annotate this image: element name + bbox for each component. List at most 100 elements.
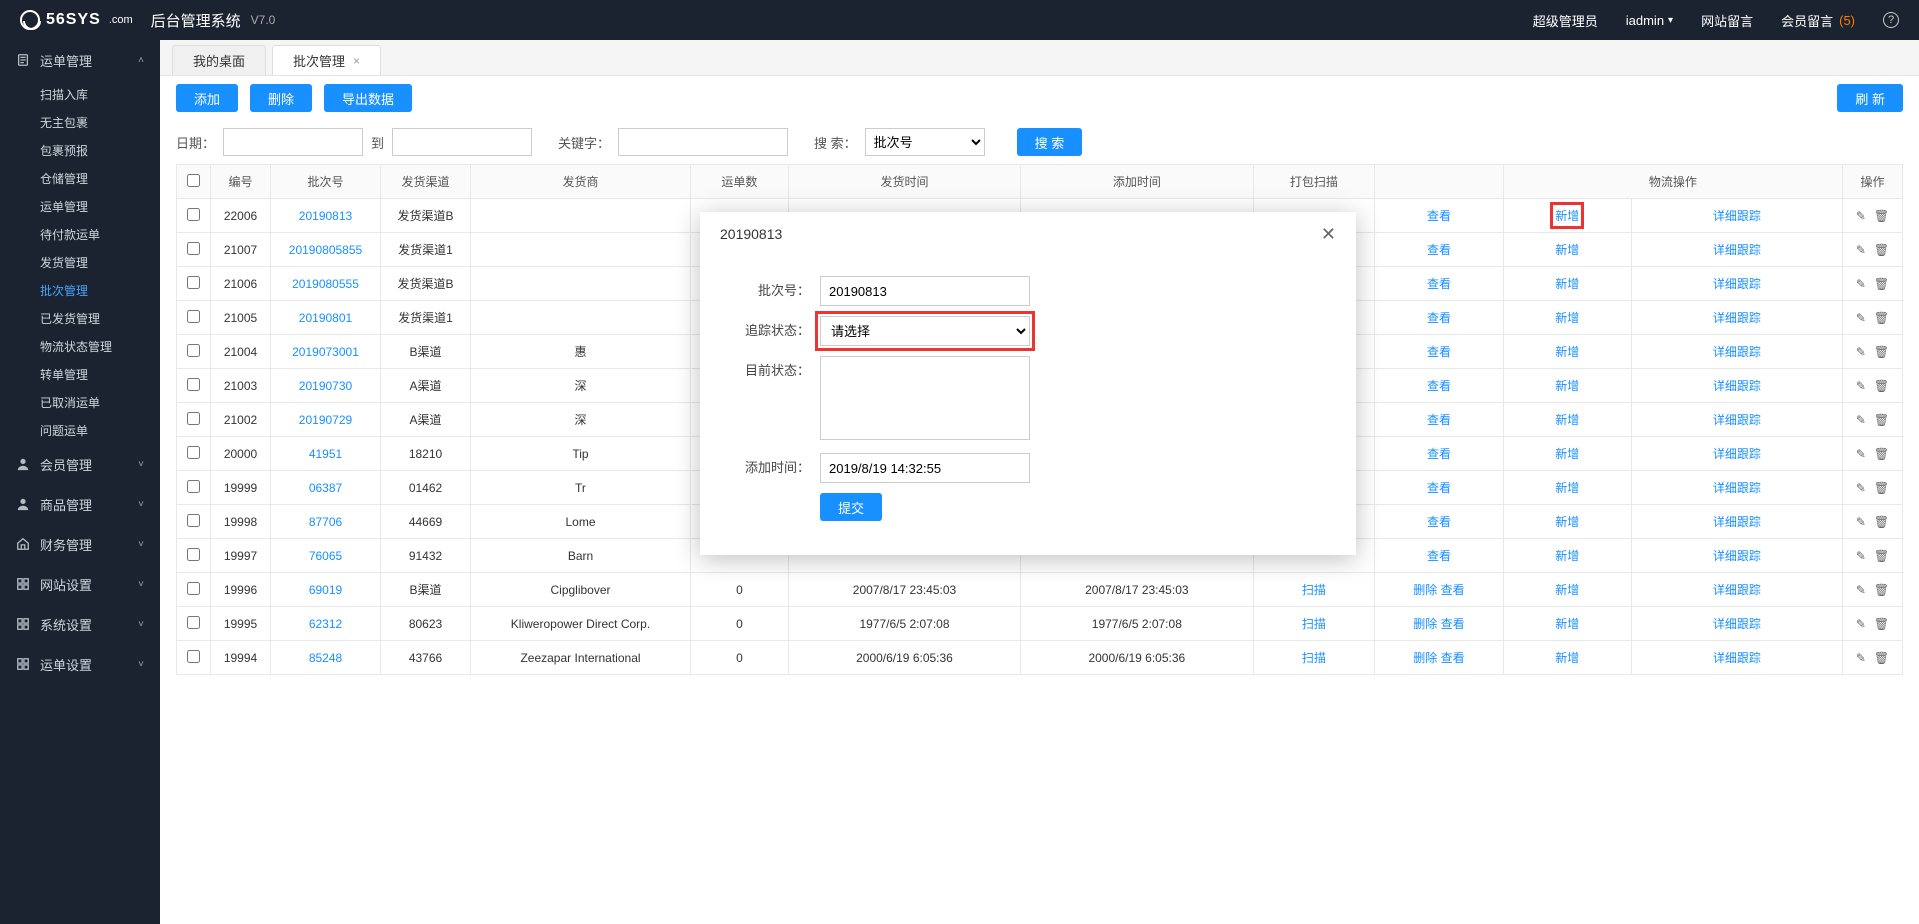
view-link[interactable]: 查看 — [1427, 481, 1451, 495]
detail-tracking-link[interactable]: 详细跟踪 — [1713, 515, 1761, 529]
add-tracking-link[interactable]: 新增 — [1555, 413, 1579, 427]
batch-link[interactable]: 20190730 — [299, 379, 352, 393]
date-to-input[interactable] — [392, 128, 532, 156]
add-tracking-link[interactable]: 新增 — [1555, 515, 1579, 529]
batch-link[interactable]: 85248 — [309, 651, 342, 665]
detail-tracking-link[interactable]: 详细跟踪 — [1713, 481, 1761, 495]
add-tracking-link[interactable]: 新增 — [1555, 583, 1579, 597]
delete-icon[interactable]: 🗑 — [1870, 583, 1893, 597]
member-message-link[interactable]: 会员留言 (5) — [1781, 11, 1855, 30]
delete-icon[interactable]: 🗑 — [1870, 379, 1893, 393]
tab-0[interactable]: 我的桌面 — [172, 45, 266, 75]
search-button[interactable]: 搜 索 — [1017, 128, 1083, 156]
batch-link[interactable]: 06387 — [309, 481, 342, 495]
sidebar-item-0-4[interactable]: 运单管理 — [0, 192, 160, 220]
detail-tracking-link[interactable]: 详细跟踪 — [1713, 447, 1761, 461]
view-link[interactable]: 查看 — [1427, 277, 1451, 291]
delete-icon[interactable]: 🗑 — [1870, 413, 1893, 427]
sidebar-item-0-0[interactable]: 扫描入库 — [0, 80, 160, 108]
scan-link[interactable]: 扫描 — [1302, 651, 1326, 665]
sidebar-item-0-9[interactable]: 物流状态管理 — [0, 332, 160, 360]
edit-icon[interactable]: ✎ — [1852, 617, 1870, 631]
detail-tracking-link[interactable]: 详细跟踪 — [1713, 379, 1761, 393]
view-link[interactable]: 查看 — [1427, 311, 1451, 325]
edit-icon[interactable]: ✎ — [1852, 583, 1870, 597]
detail-tracking-link[interactable]: 详细跟踪 — [1713, 345, 1761, 359]
detail-tracking-link[interactable]: 详细跟踪 — [1713, 583, 1761, 597]
sidebar-item-0-12[interactable]: 问题运单 — [0, 416, 160, 444]
edit-icon[interactable]: ✎ — [1852, 651, 1870, 665]
sidebar-group-3[interactable]: 财务管理˅ — [0, 524, 160, 564]
edit-icon[interactable]: ✎ — [1852, 209, 1870, 223]
sidebar-group-1[interactable]: 会员管理˅ — [0, 444, 160, 484]
batch-link[interactable]: 20190805855 — [289, 243, 362, 257]
scan-delete-link[interactable]: 删除 — [1413, 583, 1437, 597]
delete-icon[interactable]: 🗑 — [1870, 243, 1893, 257]
scan-link[interactable]: 扫描 — [1302, 617, 1326, 631]
current-status-textarea[interactable] — [820, 356, 1030, 440]
add-tracking-link[interactable]: 新增 — [1555, 549, 1579, 563]
view-link[interactable]: 查看 — [1427, 243, 1451, 257]
batch-link[interactable]: 76065 — [309, 549, 342, 563]
view-link[interactable]: 查看 — [1427, 209, 1451, 223]
add-tracking-link[interactable]: 新增 — [1555, 345, 1579, 359]
delete-icon[interactable]: 🗑 — [1870, 447, 1893, 461]
view-link[interactable]: 查看 — [1427, 549, 1451, 563]
add-tracking-link[interactable]: 新增 — [1555, 209, 1579, 223]
row-checkbox[interactable] — [187, 276, 200, 289]
select-all-checkbox[interactable] — [187, 174, 200, 187]
delete-icon[interactable]: 🗑 — [1870, 549, 1893, 563]
view-link[interactable]: 查看 — [1427, 515, 1451, 529]
detail-tracking-link[interactable]: 详细跟踪 — [1713, 549, 1761, 563]
edit-icon[interactable]: ✎ — [1852, 447, 1870, 461]
add-tracking-link[interactable]: 新增 — [1555, 481, 1579, 495]
dialog-close-button[interactable]: ✕ — [1321, 224, 1336, 245]
scan-delete-link[interactable]: 删除 — [1413, 617, 1437, 631]
sidebar-group-5[interactable]: 系统设置˅ — [0, 604, 160, 644]
add-tracking-link[interactable]: 新增 — [1555, 617, 1579, 631]
edit-icon[interactable]: ✎ — [1852, 243, 1870, 257]
row-checkbox[interactable] — [187, 344, 200, 357]
row-checkbox[interactable] — [187, 242, 200, 255]
add-tracking-link[interactable]: 新增 — [1555, 277, 1579, 291]
row-checkbox[interactable] — [187, 514, 200, 527]
row-checkbox[interactable] — [187, 208, 200, 221]
row-checkbox[interactable] — [187, 650, 200, 663]
scan-link[interactable]: 扫描 — [1302, 583, 1326, 597]
add-tracking-link[interactable]: 新增 — [1555, 447, 1579, 461]
sidebar-item-0-6[interactable]: 发货管理 — [0, 248, 160, 276]
tab-1[interactable]: 批次管理× — [272, 45, 381, 75]
batch-link[interactable]: 41951 — [309, 447, 342, 461]
sidebar-group-0[interactable]: 运单管理˄ — [0, 40, 160, 80]
detail-tracking-link[interactable]: 详细跟踪 — [1713, 413, 1761, 427]
sidebar-item-0-3[interactable]: 仓储管理 — [0, 164, 160, 192]
row-checkbox[interactable] — [187, 616, 200, 629]
delete-icon[interactable]: 🗑 — [1870, 209, 1893, 223]
sidebar-item-0-1[interactable]: 无主包裹 — [0, 108, 160, 136]
view-link[interactable]: 查看 — [1427, 413, 1451, 427]
add-tracking-link[interactable]: 新增 — [1555, 243, 1579, 257]
detail-tracking-link[interactable]: 详细跟踪 — [1713, 651, 1761, 665]
sidebar-item-0-8[interactable]: 已发货管理 — [0, 304, 160, 332]
view-link[interactable]: 查看 — [1427, 379, 1451, 393]
row-checkbox[interactable] — [187, 310, 200, 323]
sidebar-group-4[interactable]: 网站设置˅ — [0, 564, 160, 604]
sidebar-group-2[interactable]: 商品管理˅ — [0, 484, 160, 524]
row-checkbox[interactable] — [187, 378, 200, 391]
batch-number-input[interactable] — [820, 276, 1030, 306]
batch-link[interactable]: 87706 — [309, 515, 342, 529]
row-checkbox[interactable] — [187, 446, 200, 459]
row-checkbox[interactable] — [187, 548, 200, 561]
batch-link[interactable]: 20190801 — [299, 311, 352, 325]
view-link[interactable]: 查看 — [1441, 583, 1465, 597]
detail-tracking-link[interactable]: 详细跟踪 — [1713, 311, 1761, 325]
sidebar-item-0-7[interactable]: 批次管理 — [0, 276, 160, 304]
edit-icon[interactable]: ✎ — [1852, 345, 1870, 359]
edit-icon[interactable]: ✎ — [1852, 481, 1870, 495]
help-button[interactable]: ? — [1883, 12, 1899, 28]
edit-icon[interactable]: ✎ — [1852, 413, 1870, 427]
delete-icon[interactable]: 🗑 — [1870, 515, 1893, 529]
delete-icon[interactable]: 🗑 — [1870, 617, 1893, 631]
tab-close-icon[interactable]: × — [353, 54, 360, 68]
search-field-select[interactable]: 批次号 — [865, 128, 985, 156]
